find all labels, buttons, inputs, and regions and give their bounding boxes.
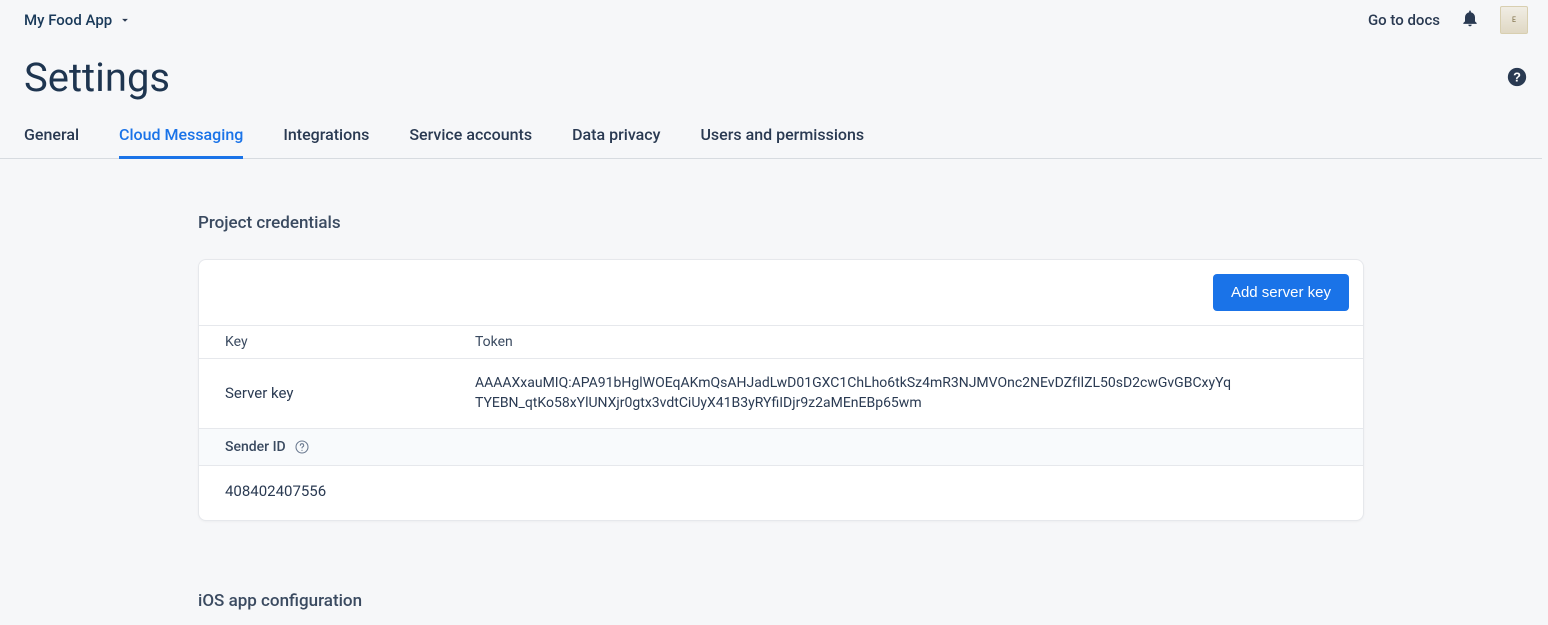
tab-cloud-messaging[interactable]: Cloud Messaging <box>119 125 243 159</box>
tabs: General Cloud Messaging Integrations Ser… <box>0 125 1542 159</box>
col-key: Key <box>225 334 475 350</box>
credentials-card-header: Add server key <box>199 260 1363 325</box>
project-selector[interactable]: My Food App <box>24 11 132 29</box>
project-name: My Food App <box>24 11 112 29</box>
sender-id-header: Sender ID <box>199 429 1363 466</box>
topbar: My Food App Go to docs E <box>0 0 1548 40</box>
avatar[interactable]: E <box>1500 6 1528 34</box>
chevron-down-icon <box>118 13 132 27</box>
help-icon[interactable]: ? <box>1506 66 1528 88</box>
tab-data-privacy[interactable]: Data privacy <box>572 125 660 158</box>
credentials-card: Add server key Key Token Server key AAAA… <box>198 259 1364 521</box>
credentials-section-title: Project credentials <box>198 213 1370 259</box>
tab-service-accounts[interactable]: Service accounts <box>409 125 532 158</box>
sender-id-label: Sender ID <box>225 439 286 455</box>
tab-general[interactable]: General <box>24 125 79 158</box>
tab-integrations[interactable]: Integrations <box>283 125 369 158</box>
credentials-table: Key Token Server key AAAAXxauMIQ:APA91bH… <box>199 325 1363 520</box>
sender-id-value: 408402407556 <box>199 466 1363 520</box>
server-key-label: Server key <box>225 384 475 402</box>
col-token: Token <box>475 334 1337 350</box>
credentials-columns: Key Token <box>199 326 1363 359</box>
help-small-icon[interactable] <box>294 439 310 455</box>
ios-section-title: iOS app configuration <box>198 521 1370 611</box>
tab-users-permissions[interactable]: Users and permissions <box>700 125 864 158</box>
svg-text:?: ? <box>1513 70 1521 85</box>
table-row: Server key AAAAXxauMIQ:APA91bHglWOEqAKmQ… <box>199 359 1363 429</box>
page-title: Settings <box>0 40 1548 125</box>
add-server-key-button[interactable]: Add server key <box>1213 274 1349 311</box>
content: Project credentials Add server key Key T… <box>0 159 1370 611</box>
docs-link[interactable]: Go to docs <box>1368 11 1440 29</box>
bell-icon[interactable] <box>1460 7 1480 33</box>
topbar-right: Go to docs E <box>1368 6 1528 34</box>
server-key-token: AAAAXxauMIQ:APA91bHglWOEqAKmQsAHJadLwD01… <box>475 373 1235 414</box>
